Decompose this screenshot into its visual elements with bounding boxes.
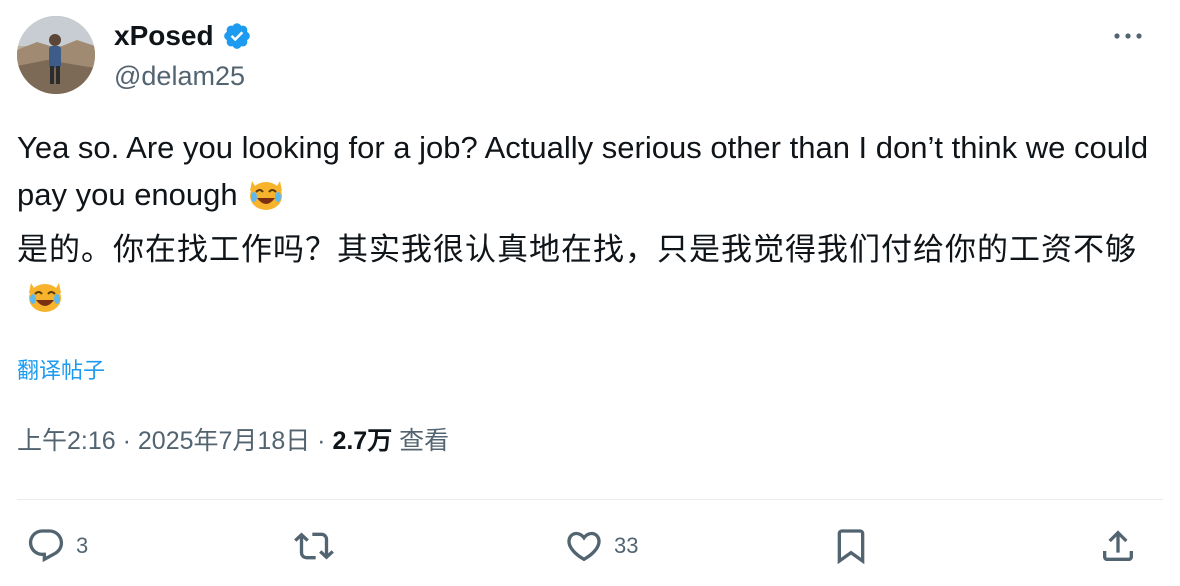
share-icon [1103,530,1133,561]
avatar-photo [17,16,95,94]
repost-button[interactable] [293,526,335,566]
tweet-text-english-body: Yea so. Are you looking for a job? Actua… [17,130,1149,212]
reply-icon [28,529,64,563]
tweet-text: Yea so. Are you looking for a job? Actua… [17,124,1157,320]
meta-separator: · [310,427,333,455]
laughing-cat-emoji-icon [246,173,286,213]
tweet-text-chinese-body: 是的。你在找工作吗？其实我很认真地在找，只是我觉得我们付给你的工资不够 [17,232,1137,267]
views-label: 查看 [399,427,450,455]
avatar[interactable] [17,16,95,94]
meta-separator: · [115,427,138,455]
bookmark-button[interactable] [831,526,871,566]
repost-icon [294,532,334,560]
views-count: 2.7万 [332,427,393,455]
translate-post-link[interactable]: 翻译帖子 [17,355,105,387]
tweet-meta: 上午2:16 · 2025年7月18日 · 2.7万 查看 [17,424,449,458]
tweet-time[interactable]: 上午2:16 [17,427,116,455]
tweet-text-chinese: 是的。你在找工作吗？其实我很认真地在找，只是我觉得我们付给你的工资不够 [17,226,1157,320]
share-button[interactable] [1098,526,1138,566]
reply-button[interactable]: 3 [26,526,88,566]
more-options-icon[interactable] [1112,26,1144,46]
verified-badge-icon [222,21,252,51]
display-name-text: xPosed [114,20,214,51]
heart-icon [567,531,601,562]
divider [17,499,1163,500]
reply-count: 3 [76,533,89,558]
tweet-date[interactable]: 2025年7月18日 [138,427,310,455]
user-handle[interactable]: @delam25 [114,59,245,93]
like-button[interactable]: 33 [564,526,638,566]
bookmark-icon [837,529,865,565]
laughing-cat-emoji-icon [25,275,65,315]
display-name[interactable]: xPosed [114,18,252,54]
like-count: 33 [614,533,639,558]
tweet-text-english: Yea so. Are you looking for a job? Actua… [17,124,1157,218]
